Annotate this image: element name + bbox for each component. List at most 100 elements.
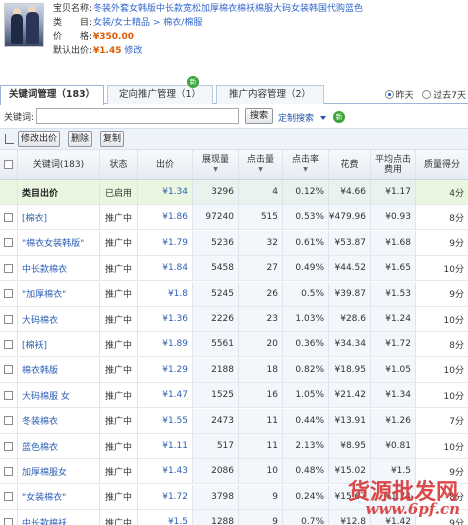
row-checkbox[interactable] bbox=[4, 238, 13, 248]
tab-keyword-management[interactable]: 关键词管理（183） bbox=[0, 85, 104, 105]
keyword-link[interactable]: 大码棉衣 bbox=[22, 313, 58, 326]
keyword-link[interactable]: [棉衣] bbox=[22, 211, 47, 224]
impressions-value: 5245 bbox=[211, 288, 234, 299]
tab-targeted-promotion[interactable]: 定向推广管理（1） 新 bbox=[107, 76, 213, 104]
table-row[interactable]: 蓝色棉衣 推广中 ¥1.11 517 11 2.13% ¥8.95 ¥0.81 10分 bbox=[0, 434, 468, 459]
row-checkbox[interactable] bbox=[4, 416, 13, 426]
keyword-link[interactable]: "女装棉衣" bbox=[22, 490, 66, 503]
header-keyword[interactable]: 关键词(183) bbox=[18, 150, 100, 179]
select-all-checkbox[interactable] bbox=[4, 160, 13, 169]
keyword-link[interactable]: [棉袄] bbox=[22, 338, 47, 351]
radio-yesterday[interactable]: 昨天 bbox=[384, 90, 414, 101]
impressions-value: 5236 bbox=[211, 237, 234, 248]
tab-promotion-content[interactable]: 推广内容管理（2） bbox=[216, 85, 324, 104]
row-checkbox[interactable] bbox=[4, 441, 13, 451]
sort-arrow-icon: ▼ bbox=[303, 165, 308, 173]
bid-value[interactable]: ¥1.34 bbox=[162, 187, 188, 197]
row-checkbox[interactable] bbox=[4, 466, 13, 476]
row-checkbox[interactable] bbox=[4, 289, 13, 299]
keyword-link[interactable]: 棉衣韩版 bbox=[22, 363, 58, 376]
action-toolbar: 修改出价 删除 复制 bbox=[0, 128, 468, 150]
table-row[interactable]: "加厚棉衣" 推广中 ¥1.8 5245 26 0.5% ¥39.87 ¥1.53 9分 bbox=[0, 281, 468, 307]
table-row[interactable]: 中长款棉衣 推广中 ¥1.84 5458 27 0.49% ¥44.52 ¥1.65 10分 bbox=[0, 256, 468, 282]
product-name-link[interactable]: 冬装外套女韩版中长款宽松加厚棉衣棉袄棉服大码女装韩国代购蓝色 bbox=[93, 4, 363, 14]
status-value: 已启用 bbox=[104, 188, 132, 199]
clicks-value: 515 bbox=[260, 212, 278, 223]
tree-branch-icon bbox=[5, 134, 14, 144]
status-value: 推广中 bbox=[104, 467, 132, 478]
custom-search-dropdown[interactable]: 定制搜索 bbox=[278, 111, 327, 124]
row-checkbox[interactable] bbox=[4, 212, 13, 222]
ctr-value: 1.05% bbox=[295, 390, 324, 401]
delete-button[interactable]: 删除 bbox=[68, 131, 92, 147]
header-quality-score[interactable]: 质量得分 bbox=[416, 150, 468, 179]
product-thumbnail[interactable] bbox=[4, 3, 44, 47]
bid-value[interactable]: ¥1.47 bbox=[162, 390, 188, 400]
bid-value[interactable]: ¥1.55 bbox=[162, 416, 188, 426]
header-avg-cpc[interactable]: 平均点击 费用 bbox=[371, 150, 416, 179]
clicks-value: 11 bbox=[266, 415, 278, 426]
header-clicks[interactable]: 点击量 ▼ bbox=[239, 150, 283, 179]
modify-bid-button[interactable]: 修改出价 bbox=[18, 131, 60, 147]
header-cost[interactable]: 花费 bbox=[329, 150, 371, 179]
row-checkbox[interactable] bbox=[4, 314, 13, 324]
bid-value[interactable]: ¥1.89 bbox=[162, 339, 188, 349]
copy-button[interactable]: 复制 bbox=[100, 131, 124, 147]
table-row[interactable]: 大码棉服 女 推广中 ¥1.47 1525 16 1.05% ¥21.42 ¥1.34 10分 bbox=[0, 383, 468, 409]
row-checkbox[interactable] bbox=[4, 365, 13, 375]
status-value: 推广中 bbox=[104, 264, 132, 275]
cost-value: ¥39.87 bbox=[334, 288, 367, 299]
keyword-link[interactable]: 加厚棉服女 bbox=[22, 465, 67, 478]
bid-value[interactable]: ¥1.43 bbox=[162, 466, 188, 476]
keyword-link[interactable]: 蓝色棉衣 bbox=[22, 440, 58, 453]
category-bid-row[interactable]: 类目出价 已启用 ¥1.34 3296 4 0.12% ¥4.66 ¥1.17 4分 bbox=[0, 180, 468, 205]
table-row[interactable]: "棉衣女装韩版" 推广中 ¥1.79 5236 32 0.61% ¥53.87 ¥1.68 9分 bbox=[0, 230, 468, 256]
bid-value[interactable]: ¥1.72 bbox=[162, 492, 188, 502]
bid-value[interactable]: ¥1.29 bbox=[162, 365, 188, 375]
search-button[interactable]: 搜索 bbox=[245, 108, 273, 124]
bid-value[interactable]: ¥1.11 bbox=[162, 441, 188, 451]
header-bid[interactable]: 出价 bbox=[138, 150, 193, 179]
ctr-value: 0.12% bbox=[295, 187, 324, 197]
header-impressions[interactable]: 展现量 ▼ bbox=[193, 150, 239, 179]
row-checkbox[interactable] bbox=[4, 492, 13, 502]
table-row[interactable]: 棉衣韩版 推广中 ¥1.29 2188 18 0.82% ¥18.95 ¥1.05 10分 bbox=[0, 357, 468, 383]
ctr-value: 0.24% bbox=[295, 491, 324, 502]
row-checkbox[interactable] bbox=[4, 517, 13, 525]
status-value: 推广中 bbox=[104, 366, 132, 377]
keyword-link[interactable]: 大码棉服 女 bbox=[22, 389, 70, 402]
bid-value[interactable]: ¥1.86 bbox=[162, 212, 188, 222]
bid-value[interactable]: ¥1.8 bbox=[168, 289, 188, 299]
sort-arrow-icon: ▼ bbox=[213, 165, 218, 173]
table-row[interactable]: 大码棉衣 推广中 ¥1.36 2226 23 1.03% ¥28.6 ¥1.24 10分 bbox=[0, 307, 468, 332]
keyword-link[interactable]: "加厚棉衣" bbox=[22, 287, 66, 300]
ctr-value: 1.03% bbox=[295, 314, 324, 324]
bid-value[interactable]: ¥1.36 bbox=[162, 314, 188, 324]
radio-past-7-days[interactable]: 过去7天 bbox=[422, 90, 466, 101]
radio-dot-icon bbox=[384, 90, 394, 99]
keyword-link[interactable]: 中长款棉袄 bbox=[22, 516, 67, 525]
bid-value[interactable]: ¥1.84 bbox=[162, 263, 188, 273]
table-row[interactable]: 冬装棉衣 推广中 ¥1.55 2473 11 0.44% ¥13.91 ¥1.26 7分 bbox=[0, 408, 468, 434]
keyword-search-input[interactable] bbox=[36, 108, 239, 124]
keyword-link[interactable]: 中长款棉衣 bbox=[22, 262, 67, 275]
impressions-value: 3296 bbox=[211, 187, 234, 197]
bid-value[interactable]: ¥1.5 bbox=[168, 517, 188, 525]
avg-cpc-value: ¥1.68 bbox=[385, 237, 411, 248]
category-bid-label: 类目出价 bbox=[22, 188, 59, 199]
header-status[interactable]: 状态 bbox=[100, 150, 138, 179]
category-link[interactable]: 女装/女士精品 > 棉衣/棉服 bbox=[93, 18, 202, 28]
keyword-link[interactable]: "棉衣女装韩版" bbox=[22, 236, 84, 249]
row-checkbox[interactable] bbox=[4, 339, 13, 349]
modify-bid-link[interactable]: 修改 bbox=[124, 46, 142, 56]
header-ctr[interactable]: 点击率 ▼ bbox=[283, 150, 329, 179]
impressions-value: 3798 bbox=[211, 491, 234, 502]
table-row[interactable]: [棉衣] 推广中 ¥1.86 97240 515 0.53% ¥479.96 ¥0.93 8分 bbox=[0, 205, 468, 231]
table-row[interactable]: [棉袄] 推广中 ¥1.89 5561 20 0.36% ¥34.34 ¥1.72 8分 bbox=[0, 332, 468, 358]
row-checkbox[interactable] bbox=[4, 390, 13, 400]
qs-value: 8分 bbox=[449, 213, 464, 224]
keyword-link[interactable]: 冬装棉衣 bbox=[22, 414, 58, 427]
row-checkbox[interactable] bbox=[4, 263, 13, 273]
avg-cpc-value: ¥1.53 bbox=[385, 288, 411, 299]
bid-value[interactable]: ¥1.79 bbox=[162, 238, 188, 248]
